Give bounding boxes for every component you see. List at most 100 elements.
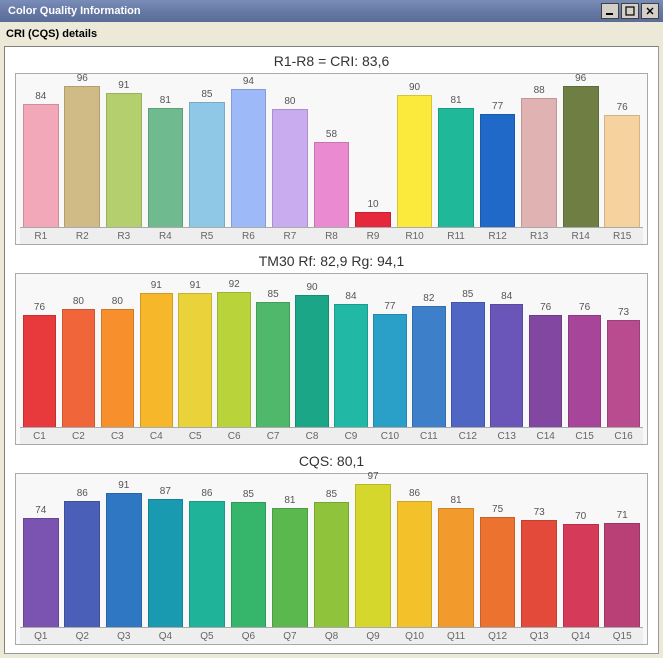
category-label: C1: [20, 427, 59, 444]
bar-wrap: 86: [186, 480, 228, 627]
panel-subtitle: CRI (CQS) details: [4, 24, 659, 46]
category-label: C8: [293, 427, 332, 444]
bar-column: 86Q5: [186, 480, 228, 644]
bar-column: 90 C8: [293, 280, 332, 444]
category-label: Q15: [601, 627, 643, 644]
category-label: R11: [435, 227, 477, 244]
bar: 74: [23, 518, 59, 627]
bar-value-label: 94: [243, 76, 254, 87]
category-label: C14: [526, 427, 565, 444]
bar: 85: [231, 502, 267, 627]
bar-column: 85 C12: [448, 280, 487, 444]
maximize-button[interactable]: [621, 3, 639, 19]
bar-wrap: 86: [62, 480, 104, 627]
chart-block: R1-R8 = CRI: 83,684R196R291R381R485R594R…: [15, 53, 648, 245]
bar-column: 80 R7: [269, 80, 311, 244]
category-label: Q13: [518, 627, 560, 644]
bar-column: 80C2: [59, 280, 98, 444]
bar-wrap: 87: [145, 480, 187, 627]
bar-value-label: 85: [462, 289, 473, 300]
bar-wrap: 58: [311, 80, 353, 227]
bar-value-label: 71: [617, 510, 628, 521]
bar-column: 10R9: [352, 80, 394, 244]
bar: 92: [217, 292, 250, 427]
bar: 84: [490, 304, 523, 427]
bar: 85: [256, 302, 289, 427]
window-titlebar: Color Quality Information: [0, 0, 663, 22]
chart-area: 84R196R291R381R485R594R680R758R810R990R1…: [15, 73, 648, 245]
category-label: C12: [448, 427, 487, 444]
bar: 77: [480, 114, 516, 227]
bar-wrap: 84: [332, 280, 371, 427]
category-label: C10: [370, 427, 409, 444]
category-label: C7: [254, 427, 293, 444]
bar-value-label: 96: [77, 73, 88, 84]
bar-value-label: 73: [618, 307, 629, 318]
bar-wrap: 92: [215, 280, 254, 427]
chart-title: CQS: 80,1: [15, 453, 648, 469]
chart-area: 74Q186Q291Q387Q486Q585Q681Q785Q897Q986Q1…: [15, 473, 648, 645]
category-label: R10: [394, 227, 436, 244]
bar-value-label: 90: [306, 282, 317, 293]
bar-column: 76C15: [565, 280, 604, 444]
minimize-button[interactable]: [601, 3, 619, 19]
category-label: R5: [186, 227, 228, 244]
category-label: R7: [269, 227, 311, 244]
bar-wrap: 81: [145, 80, 187, 227]
bar-wrap: 70: [560, 480, 602, 627]
bar-wrap: 80: [269, 80, 311, 227]
bar: 90: [397, 95, 433, 227]
bar-value-label: 85: [243, 489, 254, 500]
bar-column: 91C5: [176, 280, 215, 444]
bar-column: 58R8: [311, 80, 353, 244]
bar: 86: [189, 501, 225, 627]
category-label: R8: [311, 227, 353, 244]
bar: 71: [604, 523, 640, 627]
category-label: R2: [62, 227, 104, 244]
chart-block: TM30 Rf: 82,9 Rg: 94,176C180C280C391C491…: [15, 253, 648, 445]
bar: 77: [373, 314, 406, 427]
bar: 81: [272, 508, 308, 627]
bar-value-label: 77: [384, 301, 395, 312]
bar-value-label: 70: [575, 511, 586, 522]
category-label: Q1: [20, 627, 62, 644]
bar-value-label: 85: [201, 89, 212, 100]
bar: 76: [604, 115, 640, 227]
bar: 75: [480, 517, 516, 627]
bar: 94: [231, 89, 267, 227]
chart-area: 76C180C280C391C491C592C685C790C884C977C1…: [15, 273, 648, 445]
bar-wrap: 73: [518, 480, 560, 627]
bar-value-label: 77: [492, 101, 503, 112]
bar-wrap: 71: [601, 480, 643, 627]
bar-column: 71Q15: [601, 480, 643, 644]
bar-column: 76C14: [526, 280, 565, 444]
category-label: Q6: [228, 627, 270, 644]
category-label: Q5: [186, 627, 228, 644]
bar-value-label: 81: [284, 495, 295, 506]
category-label: Q8: [311, 627, 353, 644]
bar-wrap: 75: [477, 480, 519, 627]
bar-value-label: 86: [409, 488, 420, 499]
bar-wrap: 85: [254, 280, 293, 427]
bar-column: 73 C16: [604, 280, 643, 444]
bar-column: 81Q7: [269, 480, 311, 644]
bar: 76: [529, 315, 562, 427]
bar-column: 91C4: [137, 280, 176, 444]
bar-wrap: 88: [518, 80, 560, 227]
close-button[interactable]: [641, 3, 659, 19]
bar-column: 88R13: [518, 80, 560, 244]
category-label: Q14: [560, 627, 602, 644]
charts-container: R1-R8 = CRI: 83,684R196R291R381R485R594R…: [4, 46, 659, 654]
bar-value-label: 76: [579, 302, 590, 313]
bar-column: 84C9: [332, 280, 371, 444]
bar-column: 84C13: [487, 280, 526, 444]
category-label: R12: [477, 227, 519, 244]
category-label: C16: [604, 427, 643, 444]
bar-column: 97Q9: [352, 480, 394, 644]
bar: 85: [314, 502, 350, 627]
bar-value-label: 82: [423, 293, 434, 304]
category-label: R9: [352, 227, 394, 244]
bar-value-label: 80: [284, 96, 295, 107]
bar-column: 81Q11: [435, 480, 477, 644]
bar-wrap: 85: [186, 80, 228, 227]
